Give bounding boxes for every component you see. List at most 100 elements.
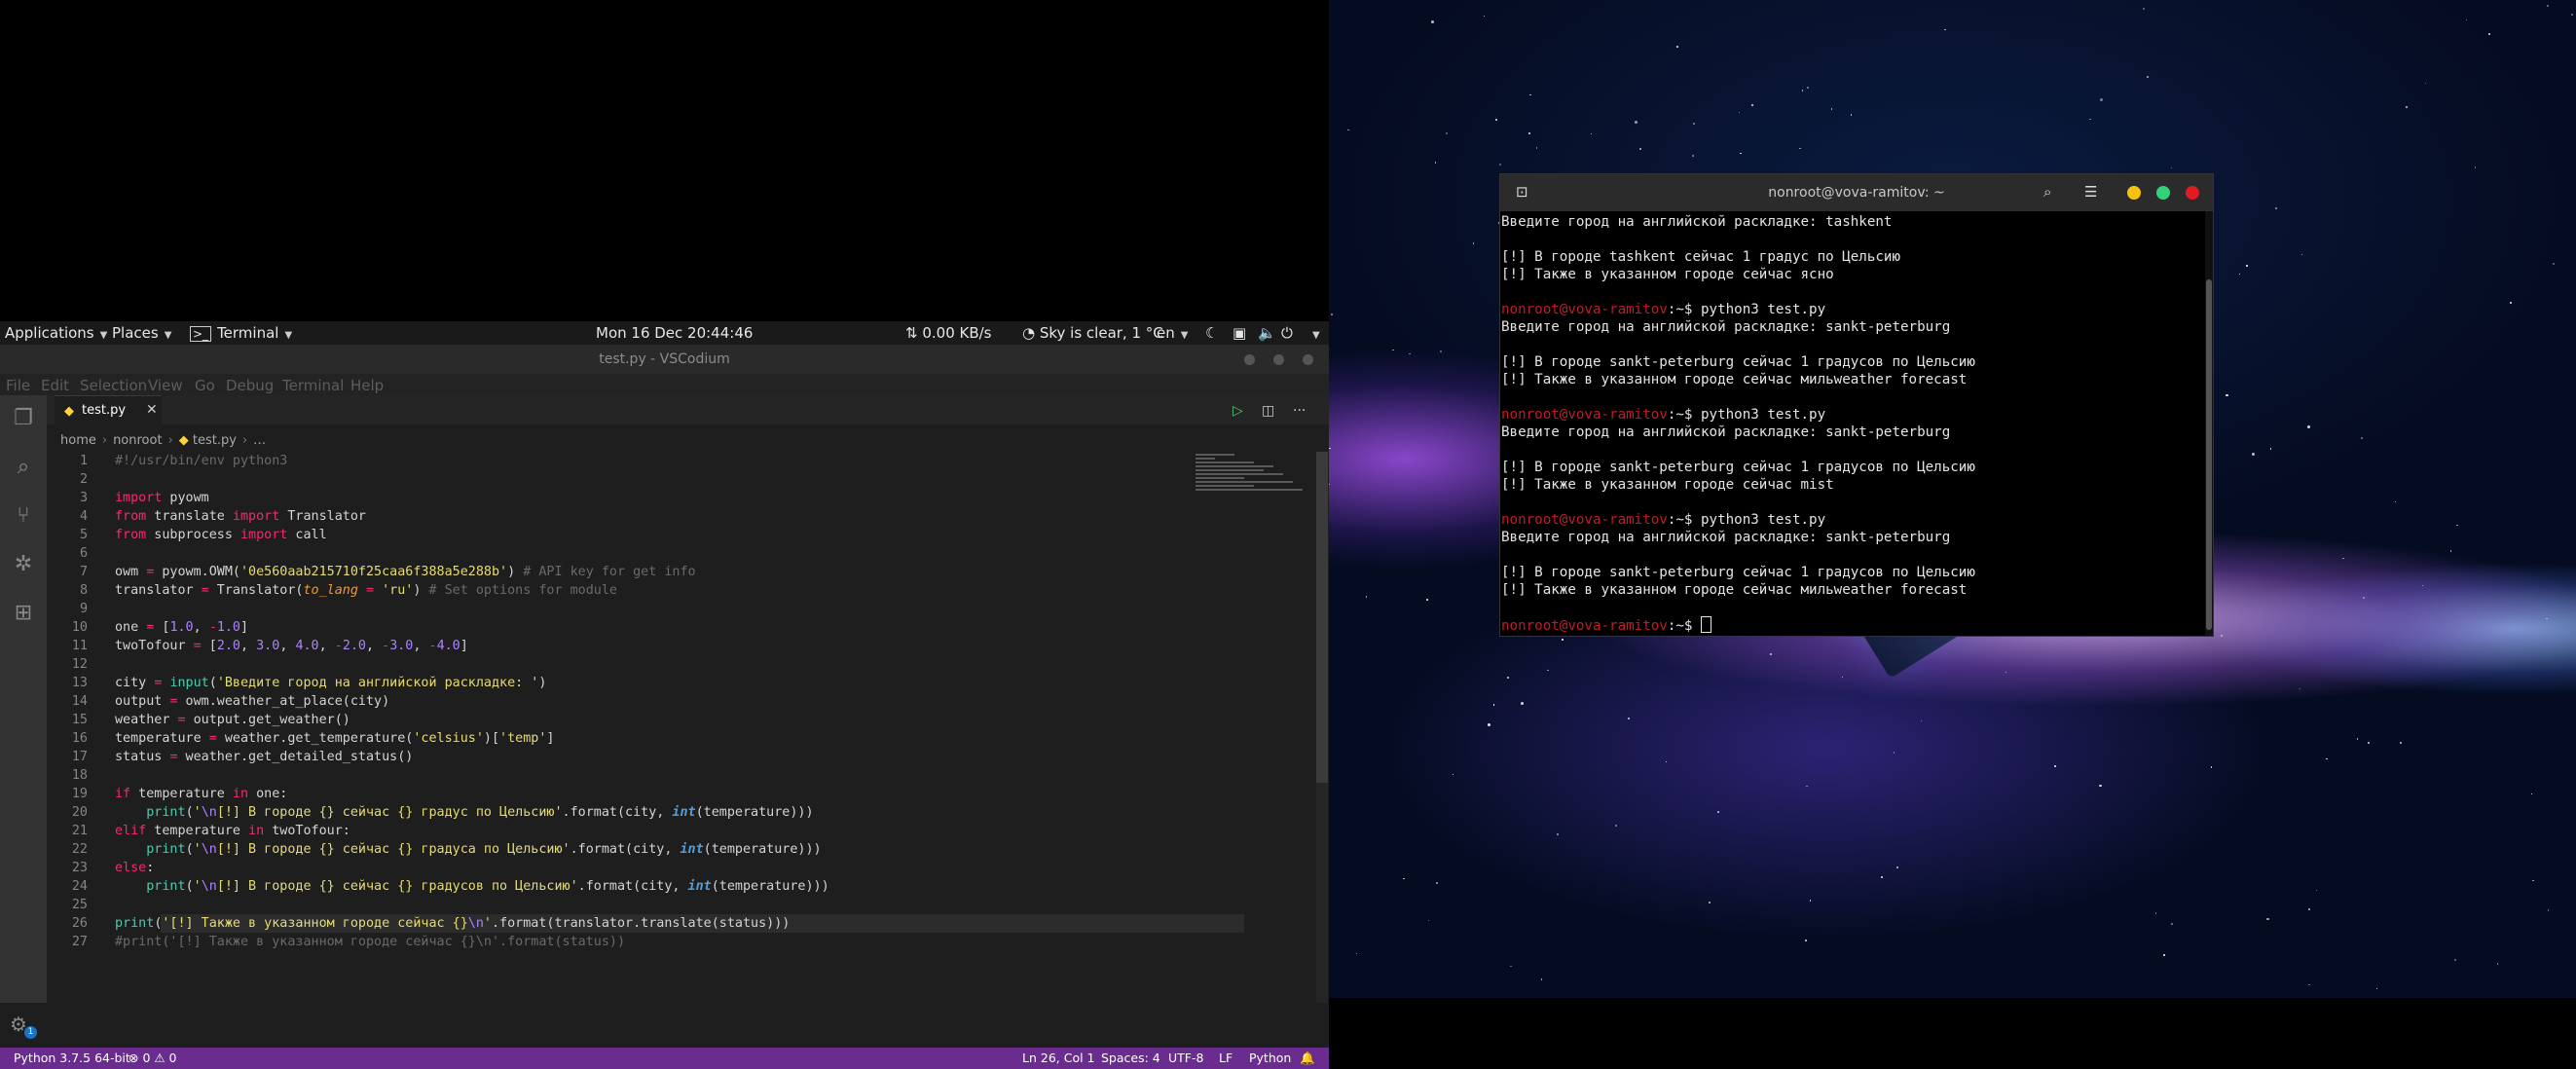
- terminal-output[interactable]: Введите город на английской раскладке: t…: [1500, 211, 2203, 636]
- tab-test-py[interactable]: ◆ test.py ✕: [55, 395, 162, 425]
- extensions-icon[interactable]: ⊞: [10, 600, 37, 627]
- run-file-icon[interactable]: ▷: [1233, 403, 1243, 419]
- code-line[interactable]: 25: [47, 896, 1196, 914]
- menu-edit[interactable]: Edit: [41, 377, 69, 394]
- explorer-icon[interactable]: ❐: [10, 405, 37, 432]
- breadcrumb-nonroot[interactable]: nonroot: [113, 433, 163, 448]
- python-interpreter[interactable]: Python 3.7.5 64-bit: [14, 1051, 130, 1065]
- menu-view[interactable]: View: [148, 377, 183, 394]
- display-icon[interactable]: ▣: [1233, 324, 1246, 342]
- split-editor-icon[interactable]: ◫: [1262, 403, 1274, 419]
- code-line[interactable]: 27 #print('[!] Также в указанном городе с…: [47, 933, 1196, 951]
- minimize-button[interactable]: [1244, 354, 1255, 365]
- menu-selection[interactable]: Selection: [80, 377, 147, 394]
- volume-icon[interactable]: 🔈: [1258, 324, 1276, 342]
- menu-file[interactable]: File: [6, 377, 30, 394]
- notifications-bell-icon[interactable]: 🔔: [1300, 1051, 1315, 1066]
- code-line[interactable]: 6: [47, 544, 1196, 563]
- code-line[interactable]: 13 city = input('Введите город на английс…: [47, 674, 1196, 692]
- problems-indicator[interactable]: ⊗ 0 ⚠ 0: [129, 1051, 177, 1065]
- code-line[interactable]: 1 #!/usr/bin/env python3: [47, 452, 1196, 470]
- night-light-icon[interactable]: ☾: [1205, 324, 1218, 342]
- window-titlebar[interactable]: test.py - VSCodium: [0, 345, 1329, 374]
- debug-icon[interactable]: ✲: [10, 551, 37, 578]
- code-line[interactable]: 26 print('[!] Также в указанном городе се…: [47, 914, 1244, 933]
- end-of-line[interactable]: LF: [1219, 1051, 1233, 1065]
- code-line[interactable]: 21 elif temperature in twoTofour:: [47, 822, 1196, 840]
- code-line[interactable]: 17 status = weather.get_detailed_status(): [47, 748, 1196, 766]
- code-line[interactable]: 23 else:: [47, 859, 1196, 877]
- code-line[interactable]: 8 translator = Translator(to_lang = 'ru')…: [47, 581, 1196, 600]
- code-line[interactable]: 24 print('\n[!] В городе {} сейчас {} гр…: [47, 877, 1196, 896]
- code-line[interactable]: 5 from subprocess import call: [47, 526, 1196, 544]
- indentation[interactable]: Spaces: 4: [1101, 1051, 1160, 1065]
- terminal-scrollbar[interactable]: [2205, 211, 2213, 636]
- cursor-position[interactable]: Ln 26, Col 1: [1022, 1051, 1095, 1065]
- terminal-line: [!] В городе tashkent сейчас 1 градус по…: [1501, 248, 1900, 266]
- weather-indicator[interactable]: ◔ Sky is clear, 1 °C: [1022, 324, 1163, 342]
- menu-go[interactable]: Go: [195, 377, 215, 394]
- minimap[interactable]: [1196, 452, 1312, 510]
- terminal-app-menu[interactable]: >_ Terminal ▼: [190, 324, 292, 342]
- code-line[interactable]: 3 import pyowm: [47, 489, 1196, 507]
- close-button[interactable]: [1303, 354, 1313, 365]
- clock[interactable]: Mon 16 Dec 20:44:46: [596, 324, 753, 342]
- code-line[interactable]: 2: [47, 470, 1196, 489]
- hamburger-menu-icon[interactable]: ☰: [2084, 183, 2097, 201]
- notification-badge: 1: [24, 1026, 37, 1039]
- line-text: weather = output.get_weather(): [115, 713, 350, 727]
- terminal-line-text: Введите город на английской раскладке: t…: [1501, 214, 1893, 230]
- power-icon[interactable]: ⏻: [1281, 324, 1293, 342]
- applications-menu[interactable]: Applications ▼: [5, 324, 107, 342]
- system-menu-chevron-icon[interactable]: ▼: [1306, 324, 1320, 342]
- breadcrumb-home[interactable]: home: [60, 433, 96, 448]
- line-number: 22: [71, 842, 88, 857]
- places-menu[interactable]: Places ▼: [112, 324, 171, 342]
- code-line[interactable]: 22 print('\n[!] В городе {} сейчас {} гр…: [47, 840, 1196, 859]
- language-mode[interactable]: Python: [1249, 1051, 1291, 1065]
- terminal-line-text: [!] Также в указанном городе сейчас миль…: [1501, 582, 1968, 598]
- code-line[interactable]: 9: [47, 600, 1196, 618]
- star: [2147, 76, 2150, 79]
- terminal-line: Введите город на английской раскладке: t…: [1501, 213, 1892, 231]
- menu-terminal[interactable]: Terminal: [282, 377, 344, 394]
- search-icon[interactable]: ⌕: [2043, 183, 2051, 201]
- code-line[interactable]: 7 owm = pyowm.OWM('0e560aab215710f25caa6f…: [47, 563, 1196, 581]
- scrollbar-thumb[interactable]: [2206, 279, 2212, 630]
- code-line[interactable]: 11 twoTofour = [2.0, 3.0, 4.0, -2.0, -3.0…: [47, 637, 1196, 655]
- line-text: output = owm.weather_at_place(city): [115, 694, 390, 709]
- menu-debug[interactable]: Debug: [226, 377, 274, 394]
- encoding[interactable]: UTF-8: [1168, 1051, 1203, 1065]
- line-number: 12: [71, 657, 88, 672]
- maximize-button[interactable]: [2156, 186, 2170, 200]
- terminal-headerbar[interactable]: ⊡ nonroot@vova-ramitov: ~ ⌕ ☰: [1500, 174, 2213, 211]
- source-control-icon[interactable]: ⑂: [10, 502, 37, 530]
- keyboard-layout[interactable]: en ▼: [1157, 324, 1188, 342]
- code-line[interactable]: 15 weather = output.get_weather(): [47, 711, 1196, 729]
- more-actions-icon[interactable]: ···: [1293, 403, 1306, 419]
- code-line[interactable]: 4 from translate import Translator: [47, 507, 1196, 526]
- code-line[interactable]: 16 temperature = weather.get_temperature(…: [47, 729, 1196, 748]
- line-number: 9: [79, 602, 88, 616]
- editor-tabs: ◆ test.py ✕ ▷ ◫ ···: [47, 395, 1329, 425]
- breadcrumb-symbol[interactable]: …: [253, 433, 266, 448]
- star: [1627, 717, 1630, 720]
- close-tab-icon[interactable]: ✕: [146, 402, 158, 418]
- network-speed[interactable]: ⇅ 0.00 KB/s: [905, 324, 992, 342]
- code-line[interactable]: 14 output = owm.weather_at_place(city): [47, 692, 1196, 711]
- menu-help[interactable]: Help: [350, 377, 384, 394]
- search-icon[interactable]: ⌕: [10, 454, 37, 481]
- minimize-button[interactable]: [2127, 186, 2141, 200]
- maximize-button[interactable]: [1273, 354, 1284, 365]
- code-line[interactable]: 10 one = [1.0, -1.0]: [47, 618, 1196, 637]
- code-line[interactable]: 19 if temperature in one:: [47, 785, 1196, 803]
- close-button[interactable]: [2186, 186, 2199, 200]
- window-title: test.py - VSCodium: [599, 351, 730, 367]
- editor-scrollbar[interactable]: [1316, 452, 1328, 1003]
- code-line[interactable]: 20 print('\n[!] В городе {} сейчас {} гр…: [47, 803, 1196, 822]
- breadcrumb-file[interactable]: test.py: [193, 433, 237, 448]
- code-line[interactable]: 18: [47, 766, 1196, 785]
- star: [2497, 963, 2499, 965]
- code-line[interactable]: 12: [47, 655, 1196, 674]
- scrollbar-thumb[interactable]: [1316, 452, 1328, 783]
